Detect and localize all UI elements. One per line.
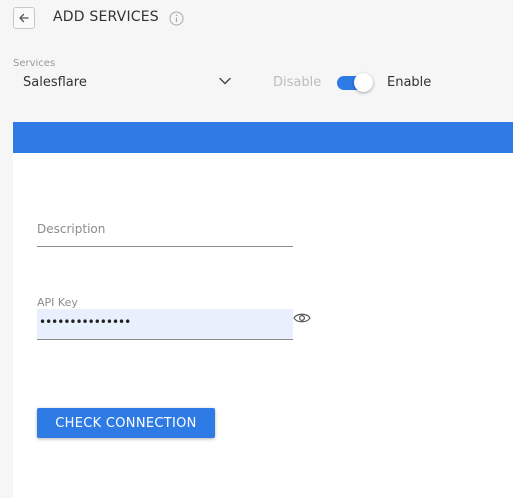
services-label: Services xyxy=(13,58,56,69)
back-arrow-icon xyxy=(19,13,29,23)
info-icon[interactable] xyxy=(169,11,184,26)
disable-label: Disable xyxy=(273,75,322,90)
eye-icon[interactable] xyxy=(293,312,311,324)
chevron-down-icon xyxy=(219,77,231,85)
services-select[interactable]: Salesflare xyxy=(23,73,235,95)
check-connection-button[interactable]: CHECK CONNECTION xyxy=(37,408,215,438)
toggle-knob xyxy=(354,73,373,92)
api-key-label: API Key xyxy=(37,296,78,309)
card-header-bar xyxy=(13,122,513,153)
enable-label: Enable xyxy=(387,75,432,90)
page-header: ADD SERVICES xyxy=(0,0,513,40)
description-placeholder: Description xyxy=(37,222,106,236)
enable-toggle[interactable] xyxy=(337,73,373,93)
service-form-card: Description API Key ••••••••••••••• CHEC… xyxy=(13,122,513,498)
page-title: ADD SERVICES xyxy=(53,9,159,25)
description-field[interactable]: Description xyxy=(37,212,293,247)
services-selected-value: Salesflare xyxy=(23,75,87,90)
api-key-value: ••••••••••••••• xyxy=(39,315,131,329)
back-button[interactable] xyxy=(13,7,35,29)
api-key-field[interactable]: ••••••••••••••• xyxy=(37,309,293,340)
